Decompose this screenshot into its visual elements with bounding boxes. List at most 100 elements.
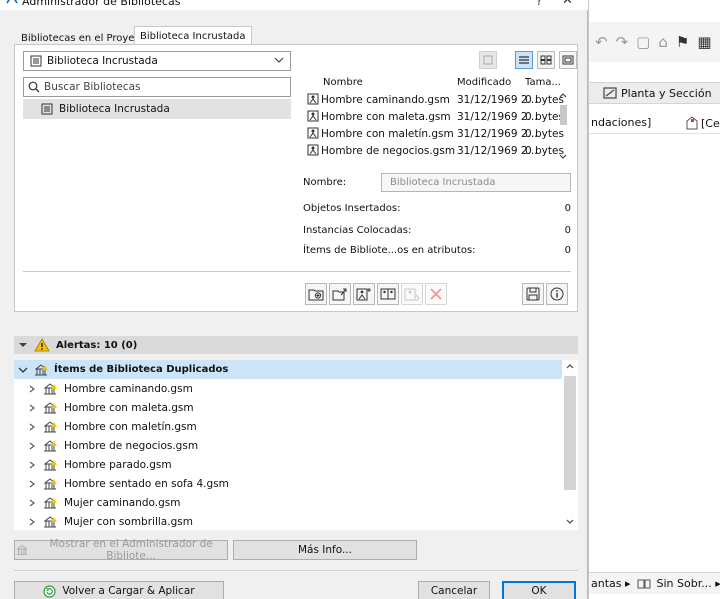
library-icon — [16, 544, 28, 555]
file-row[interactable]: Hombre con maletín.gsm 31/12/1969 2... 0… — [303, 125, 564, 142]
reload-apply-button[interactable]: Volver a Cargar & Aplicar — [14, 581, 224, 599]
close-button[interactable]: ✕ — [562, 0, 573, 8]
column-header-name[interactable]: Nombre — [323, 77, 363, 88]
search-box[interactable] — [23, 77, 291, 97]
move-object-button[interactable] — [401, 283, 423, 305]
thumbnail-view-button[interactable] — [559, 51, 577, 69]
duplicate-object-icon — [380, 288, 396, 300]
file-row[interactable]: Hombre de negocios.gsm 31/12/1969 2... 0… — [303, 142, 564, 159]
info-button[interactable] — [546, 283, 568, 305]
alert-item[interactable]: Hombre parado.gsm — [14, 455, 562, 474]
show-in-library-manager-label: Mostrar en el Administrador de Bibliote.… — [49, 538, 213, 562]
layout-icon[interactable]: ▦ — [697, 33, 711, 51]
show-in-library-manager-button[interactable]: Mostrar en el Administrador de Bibliote.… — [14, 538, 228, 562]
add-object-button[interactable] — [353, 283, 375, 305]
instances-placed-value: 0 — [564, 225, 571, 236]
scroll-down-icon[interactable] — [562, 516, 578, 528]
column-header-size[interactable]: Tama... — [525, 77, 561, 88]
chevron-down-icon — [19, 343, 27, 347]
tab-panel: Biblioteca Incrustada Biblioteca Incrust… — [14, 44, 578, 312]
alerts-scrollbar[interactable] — [562, 360, 578, 530]
alert-item[interactable]: Mujer caminando.gsm — [14, 493, 562, 512]
library-item-icon — [42, 458, 58, 471]
delete-icon — [430, 288, 442, 300]
view-icon[interactable]: ▢ — [636, 33, 650, 51]
file-row[interactable]: Hombre caminando.gsm 31/12/1969 2... 0 b… — [303, 91, 564, 108]
alert-group-header[interactable]: Ítems de Biblioteca Duplicados — [14, 360, 562, 379]
background-col2: [Cer — [701, 116, 720, 130]
library-item-icon — [42, 477, 58, 490]
alert-item-label: Hombre de negocios.gsm — [64, 439, 199, 452]
chevron-right-icon — [28, 423, 36, 431]
chevron-right-icon — [28, 480, 36, 488]
import-folder-button[interactable] — [329, 283, 351, 305]
tab-embedded-library[interactable]: Biblioteca Incrustada — [134, 26, 252, 45]
scroll-up-icon[interactable] — [562, 360, 578, 372]
library-tool-buttons — [305, 283, 447, 305]
background-tab-label: Planta y Sección — [621, 86, 712, 100]
scroll-up-icon[interactable] — [557, 91, 569, 99]
file-list-scrollbar[interactable] — [557, 91, 569, 165]
scroll-down-icon[interactable] — [557, 153, 569, 161]
background-bottom2[interactable]: Sin Sobr... ▸ — [657, 577, 720, 590]
add-library-button[interactable] — [305, 283, 327, 305]
background-bottom1[interactable]: antas ▸ — [591, 577, 631, 590]
save-button[interactable] — [522, 283, 544, 305]
divider — [23, 271, 571, 272]
alert-item[interactable]: Mujer con sombrilla.gsm — [14, 512, 562, 531]
objects-inserted-label: Objetos Insertados: — [303, 203, 401, 214]
building-icon — [685, 116, 699, 130]
file-name: Hombre de negocios.gsm — [321, 145, 456, 157]
chevron-right-icon — [28, 461, 36, 469]
library-select-value: Biblioteca Incrustada — [47, 55, 158, 67]
library-manager-dialog: Administrador de Bibliotecas ? ✕ Bibliot… — [0, 0, 588, 599]
library-item-icon — [42, 439, 58, 452]
list-view-button[interactable] — [515, 51, 533, 69]
gsm-object-icon — [307, 110, 319, 122]
library-extra-buttons — [522, 283, 568, 305]
home-icon[interactable]: ⌂ — [658, 33, 668, 51]
redo-icon[interactable]: ↷ — [616, 33, 629, 51]
file-list-scroll-thumb[interactable] — [560, 105, 567, 125]
chevron-right-icon — [28, 442, 36, 450]
reload-apply-label: Volver a Cargar & Aplicar — [62, 585, 195, 597]
alert-item-label: Hombre parado.gsm — [64, 458, 172, 471]
help-button[interactable]: ? — [536, 0, 542, 8]
cancel-button[interactable]: Cancelar — [418, 581, 490, 599]
alert-item[interactable]: Hombre caminando.gsm — [14, 379, 562, 398]
library-item-icon — [42, 515, 58, 528]
alerts-bar[interactable]: Alertas: 10 (0) — [14, 336, 578, 354]
library-select[interactable]: Biblioteca Incrustada — [23, 51, 291, 71]
search-input[interactable] — [44, 81, 274, 93]
alert-item-label: Hombre con maleta.gsm — [64, 401, 194, 414]
alert-item[interactable]: Hombre con maleta.gsm — [14, 398, 562, 417]
column-header-modified[interactable]: Modificado — [457, 77, 511, 88]
plan-icon — [603, 87, 617, 99]
undo-icon[interactable]: ↶ — [595, 33, 608, 51]
file-row[interactable]: Hombre con maleta.gsm 31/12/1969 2... 0 … — [303, 108, 564, 125]
name-field: Biblioteca Incrustada — [381, 173, 571, 192]
more-info-button[interactable]: Más Info... — [233, 540, 417, 560]
divider — [14, 570, 578, 571]
ok-button[interactable]: OK — [502, 581, 576, 599]
alert-item[interactable]: Hombre con maletín.gsm — [14, 417, 562, 436]
duplicate-object-button[interactable] — [377, 283, 399, 305]
grid-view-button[interactable] — [537, 51, 555, 69]
info-icon — [550, 287, 564, 301]
alert-item[interactable]: Hombre sentado en sofa 4.gsm — [14, 474, 562, 493]
flag-icon[interactable]: ⚑ — [676, 33, 689, 51]
preview-toggle-button[interactable] — [479, 51, 497, 69]
alert-item[interactable]: Hombre de negocios.gsm — [14, 436, 562, 455]
chevron-right-icon — [28, 499, 36, 507]
save-icon — [526, 287, 540, 301]
background-col1: ndaciones] — [591, 116, 652, 129]
alerts-scroll-thumb[interactable] — [564, 376, 576, 490]
chevron-right-icon — [28, 404, 36, 412]
library-item-icon — [42, 496, 58, 509]
chevron-down-icon — [274, 55, 284, 65]
background-tab-plan-section[interactable]: Planta y Sección — [589, 82, 720, 104]
library-tree-item[interactable]: Biblioteca Incrustada — [23, 99, 291, 119]
file-list-header: Nombre Modificado Tama... — [303, 75, 571, 91]
delete-button[interactable] — [425, 283, 447, 305]
gsm-object-icon — [307, 93, 319, 105]
